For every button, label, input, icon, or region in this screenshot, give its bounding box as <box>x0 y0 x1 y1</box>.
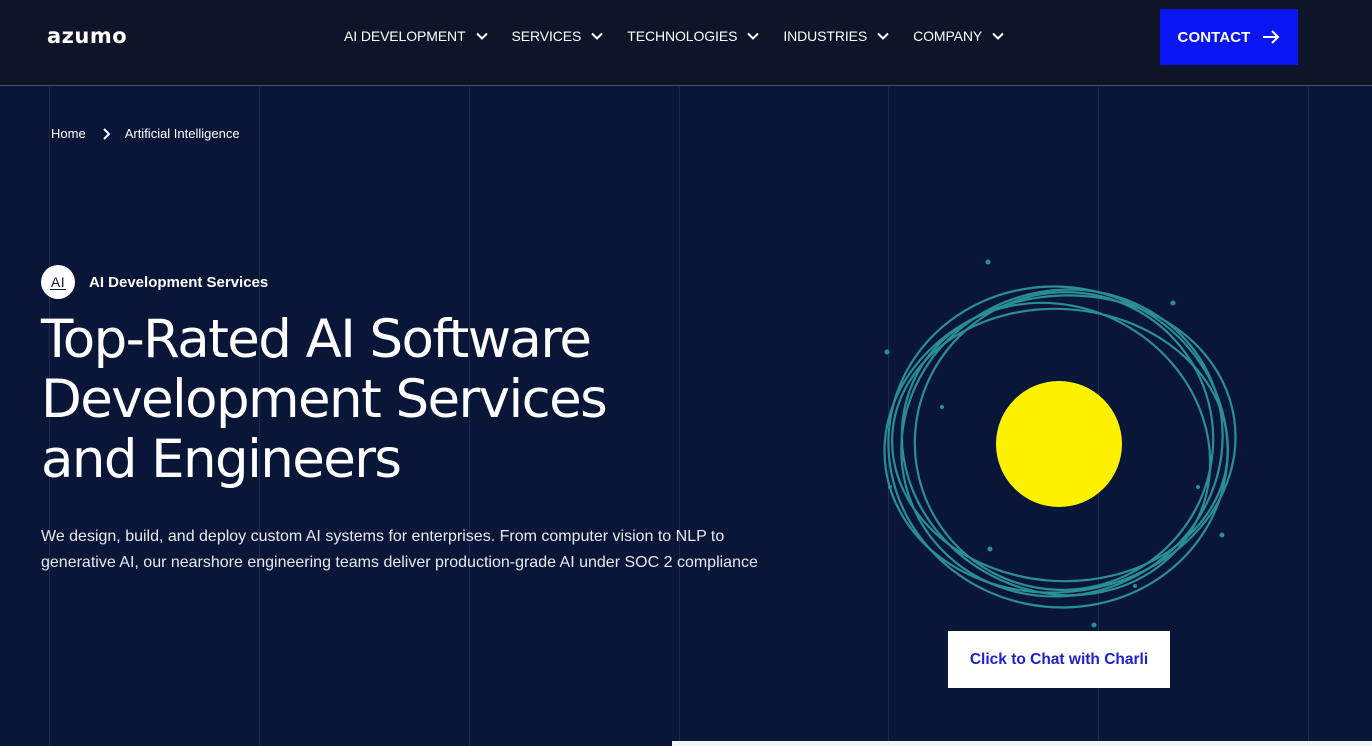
menu-item-label: INDUSTRIES <box>783 28 868 44</box>
top-navigation: azumo AI DEVELOPMENT SERVICES TECHNOLOGI… <box>0 0 1372 86</box>
eyebrow: AI AI Development Services <box>41 265 268 299</box>
menu-item-label: AI DEVELOPMENT <box>344 28 466 44</box>
main-menu: AI DEVELOPMENT SERVICES TECHNOLOGIES IND… <box>344 26 1028 46</box>
bottom-edge <box>672 741 1372 746</box>
menu-item-label: TECHNOLOGIES <box>627 28 738 44</box>
ai-badge-text: AI <box>49 273 67 290</box>
azumo-logo[interactable]: azumo <box>47 24 127 48</box>
chevron-right-icon <box>102 127 111 140</box>
arrow-right-icon <box>1263 30 1280 44</box>
grid-line <box>1308 87 1309 746</box>
chevron-down-icon <box>992 32 1004 40</box>
page-title-line-3: and Engineers <box>41 429 402 490</box>
menu-item-label: SERVICES <box>511 28 582 44</box>
ai-badge-icon: AI <box>41 265 75 299</box>
page-title-line-1: Top-Rated AI Software <box>41 309 592 370</box>
menu-item-technologies[interactable]: TECHNOLOGIES <box>627 28 760 44</box>
chevron-down-icon <box>877 32 889 40</box>
orbit-illustration <box>883 259 1237 628</box>
chevron-down-icon <box>747 32 760 40</box>
menu-item-company[interactable]: COMPANY <box>913 28 1004 44</box>
hero-section: Home Artificial Intelligence AI AI Devel… <box>0 87 1372 746</box>
page-title: Top-Rated AI Software Development Servic… <box>41 310 741 490</box>
menu-item-services[interactable]: SERVICES <box>512 28 604 44</box>
breadcrumb-current: Artificial Intelligence <box>124 126 240 141</box>
chevron-down-icon <box>591 32 603 40</box>
menu-item-industries[interactable]: INDUSTRIES <box>783 28 889 44</box>
hero-description: We design, build, and deploy custom AI s… <box>41 528 758 571</box>
eyebrow-label: AI Development Services <box>89 273 269 291</box>
breadcrumb-home-link[interactable]: Home <box>51 126 86 141</box>
menu-item-ai-development[interactable]: AI DEVELOPMENT <box>344 28 488 44</box>
sun-circle <box>996 381 1122 507</box>
contact-label: CONTACT <box>1177 28 1251 46</box>
chat-with-charli-button[interactable]: Click to Chat with Charli <box>948 631 1170 688</box>
page-title-line-2: Development Services <box>41 369 608 430</box>
contact-button[interactable]: CONTACT <box>1160 9 1298 65</box>
breadcrumb: Home Artificial Intelligence <box>51 126 240 141</box>
chevron-down-icon <box>475 32 488 40</box>
menu-item-label: COMPANY <box>913 28 983 44</box>
